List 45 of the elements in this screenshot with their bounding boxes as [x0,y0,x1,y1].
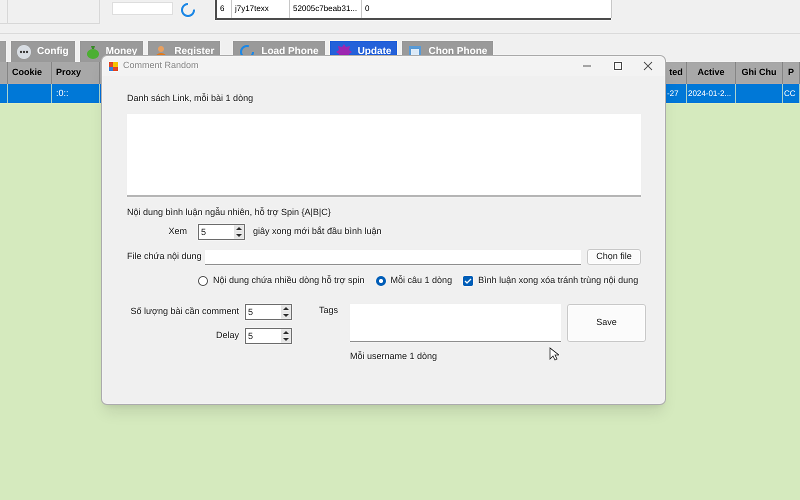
refresh-icon[interactable] [180,2,196,18]
table-cell: CC [783,84,800,103]
radio-label[interactable]: Mỗi câu 1 dòng [390,274,452,288]
number-spinner[interactable]: 5 [198,224,245,240]
tags-field[interactable] [350,304,561,342]
table-cell: 2024-01-2... [687,84,736,103]
field-label: Danh sách Link, mỗi bài 1 dòng [127,92,254,104]
up-down-arrows-icon[interactable] [234,225,244,239]
maximize-icon[interactable] [613,61,623,71]
file-path-field[interactable] [204,250,581,265]
table-cell: 52005c7beab31... [290,0,362,18]
field-label: Nội dung bình luận ngẫu nhiên, hỗ trợ Spin {A|B|C} [127,206,332,218]
save-button[interactable]: Save [567,304,646,342]
ellipsis-icon [17,44,31,58]
number-spinner[interactable]: 5 [245,328,292,344]
link-list-field[interactable] [127,114,641,197]
radio-label[interactable]: Nội dung chứa nhiều dòng hỗ trợ spin [213,274,365,288]
close-icon[interactable] [643,61,653,71]
radio-button[interactable] [376,276,386,286]
text-field[interactable] [112,2,173,15]
app-icon [109,62,118,70]
table-cell: :0:: [52,84,100,103]
field-label: Xem [167,225,188,238]
field-label: Tags [319,304,340,316]
table-cell: 6 [217,0,232,18]
spinner-value: 5 [247,330,254,342]
spinner-value: 5 [247,306,254,318]
field-hint: Mỗi username 1 dòng [350,350,438,363]
field-label: Số lượng bài cần comment [130,304,239,318]
spinner-value: 5 [200,226,208,239]
field-label: Delay [214,328,239,342]
money-bag-icon [86,44,100,58]
up-down-arrows-icon[interactable] [281,304,291,318]
field-label: File chứa nội dung [127,250,203,262]
checkbox-label[interactable]: Bình luận xong xóa tránh trùng nội dung [478,274,638,288]
field-label: giây xong mới bắt đầu bình luận [253,225,382,238]
choose-file-button[interactable]: Chọn file [587,249,641,265]
radio-button[interactable] [198,276,208,286]
checkbox[interactable] [463,276,474,286]
number-spinner[interactable]: 5 [245,304,292,320]
table-cell: j7y17texx [232,0,290,18]
up-down-arrows-icon[interactable] [281,328,291,342]
window-title: Comment Random [123,59,199,72]
table-cell: 0 [362,0,612,18]
mouse-cursor-icon [549,347,559,361]
